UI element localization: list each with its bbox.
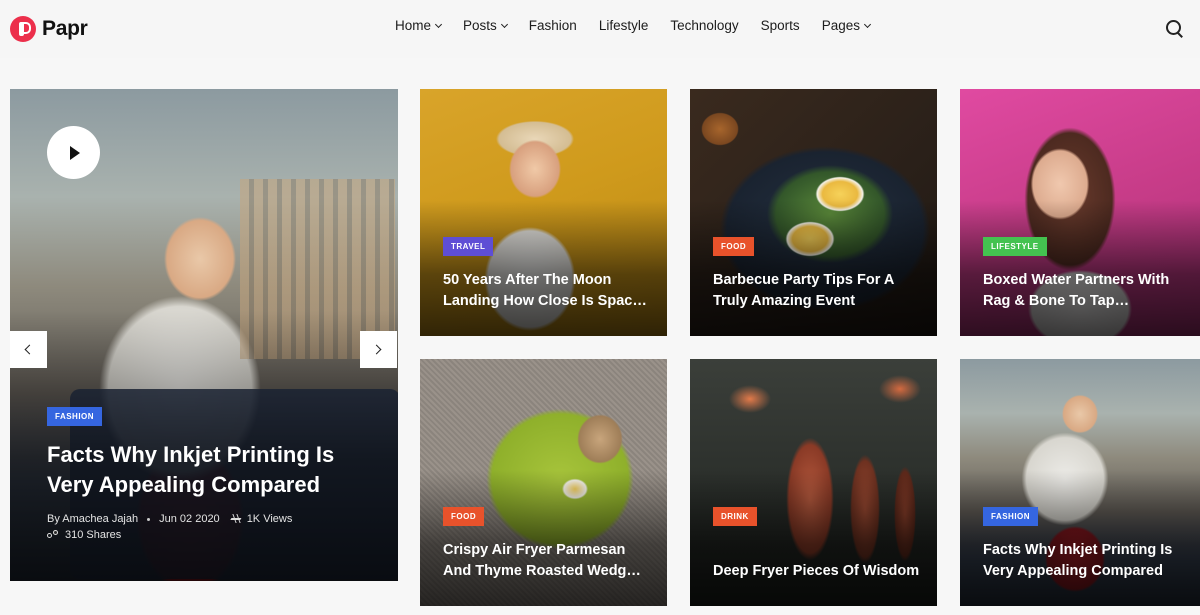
nav-item-sports[interactable]: Sports: [761, 18, 800, 33]
share-icon: [47, 530, 58, 540]
category-badge[interactable]: FOOD: [713, 237, 755, 256]
category-badge[interactable]: TRAVEL: [443, 237, 494, 256]
post-title[interactable]: Boxed Water Partners With Rag & Bone To …: [983, 270, 1193, 312]
play-video-button[interactable]: [47, 126, 100, 179]
hero-title[interactable]: Facts Why Inkjet Printing Is Very Appeal…: [47, 440, 367, 500]
post-card[interactable]: FOOD Crispy Air Fryer Parmesan And Thyme…: [420, 359, 667, 606]
nav-item-label: Pages: [821, 18, 860, 33]
chevron-down-icon: [863, 20, 872, 28]
post-title[interactable]: Deep Fryer Pieces Of Wisdom: [713, 561, 923, 582]
hero-slide[interactable]: FASHION Facts Why Inkjet Printing Is Ver…: [10, 89, 398, 581]
post-shares: 310 Shares: [65, 529, 122, 541]
post-author[interactable]: By Amachea Jajah: [47, 513, 138, 525]
post-card[interactable]: FOOD Barbecue Party Tips For A Truly Ama…: [690, 89, 937, 336]
post-title[interactable]: Facts Why Inkjet Printing Is Very Appeal…: [983, 540, 1193, 582]
main-nav: Home Posts Fashion Lifestyle Technology …: [395, 18, 892, 33]
nav-item-label: Home: [395, 18, 432, 33]
post-date: Jun 02 2020: [159, 513, 220, 525]
post-title[interactable]: Crispy Air Fryer Parmesan And Thyme Roas…: [443, 540, 653, 582]
post-title[interactable]: Barbecue Party Tips For A Truly Amazing …: [713, 270, 923, 312]
slider-next-button[interactable]: [360, 331, 397, 368]
post-card[interactable]: FASHION Facts Why Inkjet Printing Is Ver…: [960, 359, 1200, 606]
chevron-down-icon: [434, 20, 443, 28]
chevron-down-icon: [500, 20, 508, 28]
nav-item-label: Technology: [670, 18, 739, 33]
post-views: 1K Views: [246, 513, 293, 525]
post-meta: By Amachea Jajah Jun 02 2020 1K Views: [47, 513, 292, 525]
post-card[interactable]: TRAVEL 50 Years After The Moon Landing H…: [420, 89, 667, 336]
search-icon[interactable]: [1166, 20, 1184, 38]
meta-separator: [147, 517, 151, 521]
nav-item-lifestyle[interactable]: Lifestyle: [599, 18, 649, 33]
category-badge[interactable]: LIFESTYLE: [983, 237, 1047, 256]
nav-item-label: Posts: [463, 18, 497, 33]
category-badge[interactable]: FOOD: [443, 507, 485, 526]
nav-item-posts[interactable]: Posts: [463, 18, 508, 33]
post-card[interactable]: DRINK Deep Fryer Pieces Of Wisdom: [690, 359, 937, 606]
nav-item-label: Sports: [760, 18, 800, 33]
slider-prev-button[interactable]: [10, 331, 47, 368]
nav-item-fashion[interactable]: Fashion: [529, 18, 577, 33]
views-icon: [231, 514, 241, 524]
nav-item-technology[interactable]: Technology: [670, 18, 738, 33]
site-header: Papr Home Posts Fashion Lifestyle Techno…: [0, 0, 1200, 58]
category-badge[interactable]: FASHION: [983, 507, 1039, 526]
nav-item-pages[interactable]: Pages: [821, 18, 872, 33]
logo-icon: [10, 16, 36, 42]
category-badge[interactable]: FASHION: [47, 407, 103, 426]
post-card[interactable]: LIFESTYLE Boxed Water Partners With Rag …: [960, 89, 1200, 336]
site-logo[interactable]: Papr: [10, 15, 88, 43]
post-title[interactable]: 50 Years After The Moon Landing How Clos…: [443, 270, 653, 312]
nav-item-label: Fashion: [528, 18, 577, 33]
post-shares-row: 310 Shares: [47, 529, 121, 541]
nav-item-home[interactable]: Home: [395, 18, 443, 33]
brand-name: Papr: [42, 17, 88, 40]
nav-item-label: Lifestyle: [598, 18, 649, 33]
category-badge[interactable]: DRINK: [713, 507, 757, 526]
